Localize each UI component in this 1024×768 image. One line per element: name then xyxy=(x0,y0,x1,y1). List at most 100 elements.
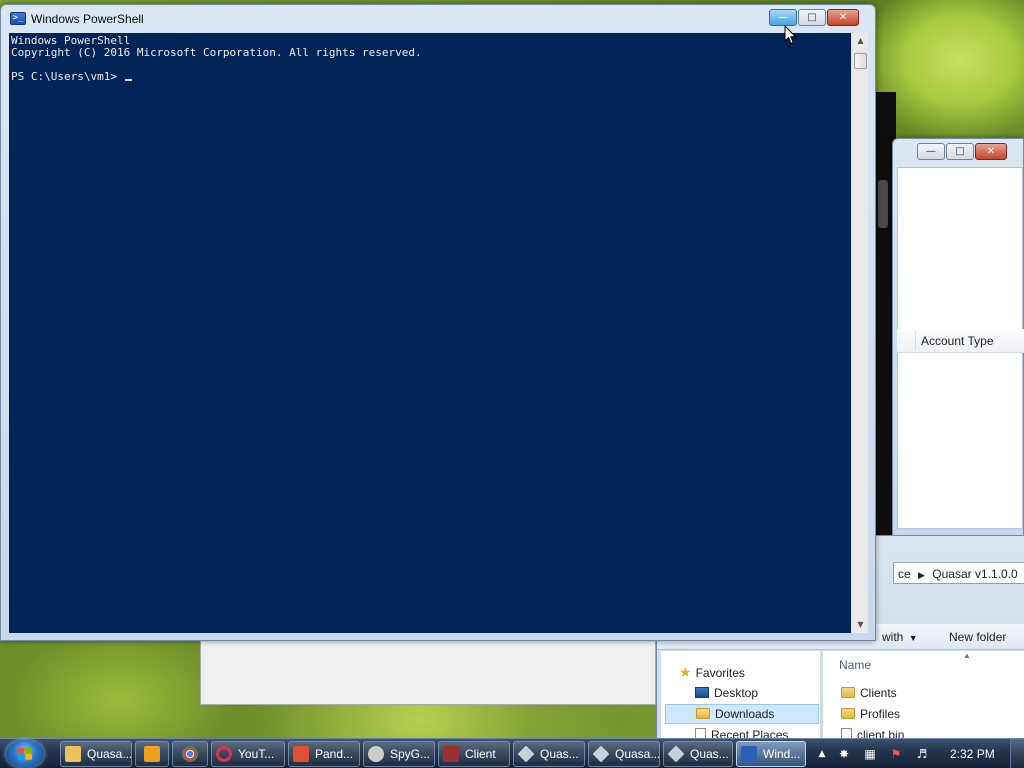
taskbar-button-label: Quas... xyxy=(540,747,579,761)
list-item[interactable]: Profiles xyxy=(841,707,900,721)
taskbar-button-label: Quasa... xyxy=(615,747,660,761)
spy-icon xyxy=(368,746,384,762)
taskbar-button[interactable]: Pand... xyxy=(288,741,360,767)
maximize-icon: □ xyxy=(955,146,965,157)
taskbar-button[interactable]: YouT... xyxy=(211,741,285,767)
panda-icon xyxy=(293,746,309,762)
taskbar-button[interactable]: Client xyxy=(438,741,510,767)
close-button[interactable]: ✕ xyxy=(827,9,859,26)
taskbar-button[interactable] xyxy=(172,741,208,767)
network-icon[interactable]: ▦ xyxy=(862,746,878,762)
maximize-button[interactable]: □ xyxy=(946,143,974,160)
clock[interactable]: 2:32 PM xyxy=(950,747,995,761)
powershell-window[interactable]: >_ Windows PowerShell — □ ✕ Windows Powe… xyxy=(0,4,876,641)
nav-favorites-label: Favorites xyxy=(695,666,745,680)
taskbar-button-label: Quas... xyxy=(690,747,729,761)
taskbar-button[interactable]: Quas... xyxy=(513,741,585,767)
text-cursor xyxy=(124,79,132,81)
taskbar-button-label: YouT... xyxy=(238,747,275,761)
taskbar-button[interactable]: SpyG... xyxy=(363,741,435,767)
quasar-tray-icon[interactable]: ✸ xyxy=(836,746,852,762)
new-folder-button[interactable]: New folder xyxy=(949,630,1006,644)
column-header-name-label: Name xyxy=(839,658,872,672)
column-header-name[interactable]: Name xyxy=(839,658,871,672)
action-center-icon[interactable]: ⚑ xyxy=(888,746,904,762)
nav-desktop[interactable]: Desktop xyxy=(695,686,758,700)
quasar-icon xyxy=(517,745,535,763)
desktop-icon xyxy=(695,687,709,698)
taskbar-button-label: SpyG... xyxy=(390,747,431,761)
open-with-button[interactable]: with ▼ xyxy=(882,630,918,644)
console-output: Windows PowerShell Copyright (C) 2016 Mi… xyxy=(9,33,851,83)
star-icon: ★ xyxy=(679,664,692,680)
sort-up-icon: ▲ xyxy=(963,651,971,660)
powershell-icon xyxy=(741,746,757,762)
show-hidden-icons-icon[interactable]: ▲ xyxy=(814,746,830,762)
chrome-icon xyxy=(182,746,198,762)
console-area[interactable]: Windows PowerShell Copyright (C) 2016 Mi… xyxy=(9,33,851,633)
media-player-icon xyxy=(144,746,160,762)
maximize-icon: □ xyxy=(807,12,817,23)
quasar-icon xyxy=(592,745,610,763)
vertical-scrollbar[interactable]: ▲ ▼ xyxy=(851,33,868,633)
scroll-down-icon[interactable]: ▼ xyxy=(852,617,869,633)
open-with-label: with xyxy=(882,630,904,644)
close-icon: ✕ xyxy=(986,146,996,157)
close-icon: ✕ xyxy=(838,12,848,23)
taskbar-button-label: Client xyxy=(465,747,496,761)
navigation-pane: ★ Favorites Desktop Downloads Recent Plac… xyxy=(661,651,821,742)
powershell-icon: >_ xyxy=(10,12,26,25)
address-bar[interactable]: ce ▶ Quasar v1.1.0.0 ▶ xyxy=(893,562,1024,584)
window-caption-buttons: — □ ✕ xyxy=(769,9,859,26)
scrollbar-thumb[interactable] xyxy=(854,53,867,69)
folder-icon xyxy=(841,708,855,719)
chevron-down-icon: ▼ xyxy=(908,633,918,643)
background-scrollbar-thumb[interactable] xyxy=(878,180,888,228)
taskbar-button[interactable]: Quasa... xyxy=(60,741,132,767)
opera-icon xyxy=(216,746,232,762)
breadcrumb-segment[interactable]: Quasar v1.1.0.0 xyxy=(932,567,1017,581)
account-window[interactable]: — □ ✕ Account Type xyxy=(892,138,1024,538)
minimize-icon: — xyxy=(778,12,788,23)
nav-downloads-label: Downloads xyxy=(715,707,775,721)
window-title: Windows PowerShell xyxy=(31,12,144,26)
file-list: Name ▲ Clients Profiles client.bin xyxy=(823,651,1024,742)
show-desktop-button[interactable] xyxy=(1010,739,1024,768)
volume-icon[interactable]: ♬ xyxy=(914,746,930,762)
minimize-button[interactable]: — xyxy=(917,143,945,160)
windows-logo-icon xyxy=(18,748,32,760)
breadcrumb-segment[interactable]: ce xyxy=(898,567,911,581)
client-icon xyxy=(443,746,459,762)
column-header-account-type[interactable]: Account Type xyxy=(897,329,1024,353)
list-item-label: Clients xyxy=(860,686,897,700)
folder-icon xyxy=(65,746,81,762)
start-button[interactable] xyxy=(6,740,44,768)
downloads-folder-icon xyxy=(696,708,710,719)
list-item[interactable]: Clients xyxy=(841,686,897,700)
maximize-button[interactable]: □ xyxy=(798,9,826,26)
background-window[interactable] xyxy=(200,637,656,705)
folder-icon xyxy=(841,687,855,698)
new-folder-label: New folder xyxy=(949,630,1007,644)
list-item-label: Profiles xyxy=(860,707,901,721)
taskbar-button-label: Quasa... xyxy=(87,747,132,761)
column-header-label: Account Type xyxy=(921,334,994,348)
close-button[interactable]: ✕ xyxy=(975,143,1007,160)
quasar-icon xyxy=(667,745,685,763)
account-window-caption-buttons: — □ ✕ xyxy=(917,143,1007,160)
scroll-up-icon[interactable]: ▲ xyxy=(852,33,869,49)
taskbar-button[interactable] xyxy=(135,741,169,767)
nav-desktop-label: Desktop xyxy=(714,686,759,700)
mouse-pointer-icon xyxy=(784,25,797,45)
taskbar-button[interactable]: Quasa... xyxy=(588,741,660,767)
nav-favorites[interactable]: ★ Favorites xyxy=(679,664,745,681)
minimize-button[interactable]: — xyxy=(769,9,797,26)
breadcrumb-separator-icon[interactable]: ▶ xyxy=(918,570,925,580)
taskbar-button[interactable]: Quas... xyxy=(663,741,733,767)
taskbar-button-active[interactable]: Wind... xyxy=(736,741,806,767)
nav-downloads[interactable]: Downloads xyxy=(665,704,819,724)
taskbar-button-label: Pand... xyxy=(315,747,354,761)
console-line: Copyright (C) 2016 Microsoft Corporation… xyxy=(11,46,422,59)
taskbar-button-label: Wind... xyxy=(763,747,801,761)
minimize-icon: — xyxy=(926,146,936,157)
